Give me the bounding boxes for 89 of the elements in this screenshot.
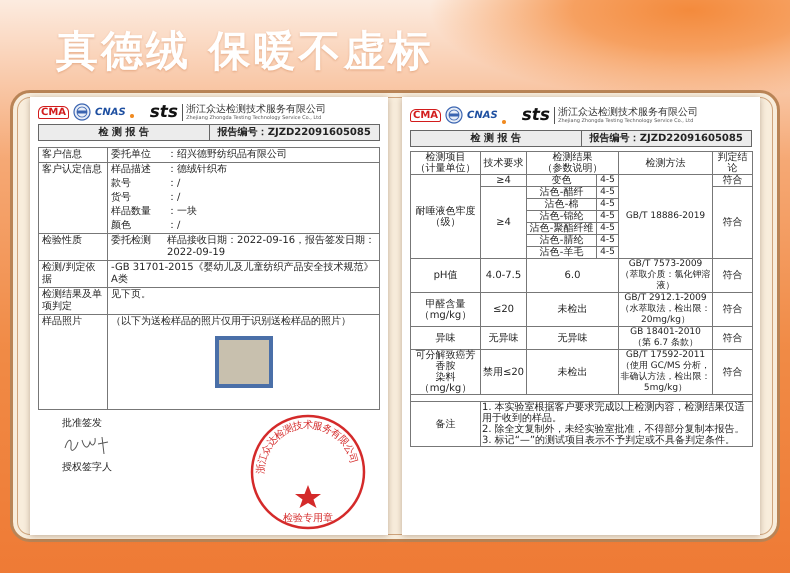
stamp-text: 检验专用章 [283,513,333,524]
field-name: 样品描述 [111,164,152,176]
field-value: -GB 31701-2015《婴幼儿及儿童纺织产品安全技术规范》 A类 [111,262,375,286]
table-cell: GB/T 2912.1-2009 （水萃取法，检出限： 20mg/kg） [618,292,712,326]
field-name: 款号 [111,178,132,190]
report-title: 检 测 报 告 [97,126,150,140]
table-cell: pH值 [410,258,480,292]
field-name: 颜色 [111,220,132,232]
row-label: 检验性质 [38,234,108,260]
table-cell: 沾色-聚酯纤维 [526,222,596,234]
table-cell: 甲醛含量 （mg/kg） [410,292,480,326]
row-label: 客户认定信息 [38,162,108,234]
cma-logo: CMA [38,106,70,118]
column-header: 检测项目 （计量单位） [410,152,480,174]
remark-text: 2. 除全文复制外，未经实验室批准，不得部分复制本报告。 [482,424,746,435]
table-cell: 符合 [712,186,752,258]
photo-note: （以下为送检样品的照片仅用于识别送检样品的照片） [111,316,351,327]
column-header: 判定结论 [712,152,752,174]
table-cell: 未检出 [526,292,618,326]
table-cell: 无异味 [526,326,618,350]
field-name: 货号 [111,192,132,204]
page-title: 真德绒 保暖不虚标 [55,25,435,77]
table-cell: 沾色-醋纤 [526,186,596,198]
field-value: ：一块 [167,206,198,218]
row-label: 样品照片 [38,314,108,410]
table-cell: 耐唾液色牢度 （级） [410,174,480,258]
table-cell: 符合 [712,326,752,350]
table-cell: 符合 [712,258,752,292]
row-label: 检测结果及单项判定 [38,288,108,314]
table-cell: 4-5 [596,234,618,246]
table-cell: 6.0 [526,258,618,292]
field-name: 样品数量 [111,206,152,218]
row-label: 备注 [410,402,480,446]
field-value: ：绍兴德野纺织品有限公司 [167,149,288,161]
table-cell: 无异味 [480,326,526,350]
report-number: 报告编号：ZJZD22091605085 [580,131,751,146]
column-header: 技术要求 [480,152,526,174]
table-cell: GB/T 17592-2011 （使用 GC/MS 分析， 非确认方法，检出限： 5mg/kg） [618,350,712,394]
table-cell: 4-5 [596,222,618,234]
field-name: 委托检测 [111,235,152,248]
table-cell: 沾色-锦纶 [526,210,596,222]
brand-logo: sts [522,106,550,124]
table-cell: 异味 [410,326,480,350]
table-cell: 禁用≤20 [480,350,526,394]
remark-text: 1. 本实验室根据客户要求完成以上检测内容，检测结果仅适用于收到的样品。 [482,402,746,424]
table-cell: 4-5 [596,174,618,186]
table-cell: 符合 [712,350,752,394]
table-cell: 可分解致癌芳香胺 染料 （mg/kg） [410,350,480,394]
field-value: 样品接收日期：2022-09-16，报告签发日期：2022-09-19 [167,235,376,259]
table-cell: 4.0-7.5 [480,258,526,292]
column-header: 检测结果 （参数说明） [526,152,618,174]
field-value: 见下页。 [111,289,152,301]
table-cell: 沾色-棉 [526,198,596,210]
field-value: ：/ [167,192,182,204]
table-cell: GB/T 7573-2009 （萃取介质：氯化钾溶液） [618,258,712,292]
cnas-logo: CNAS [467,110,498,120]
field-value: ：/ [167,178,182,190]
table-cell: 4-5 [596,246,618,258]
report-title: 检 测 报 告 [469,132,522,146]
table-cell: 4-5 [596,210,618,222]
stamp-ring-text: 浙江众达检测技术服务有限公司 [256,420,360,474]
table-cell: GB/T 18886-2019 [618,174,712,258]
table-cell: 沾色-腈纶 [526,234,596,246]
table-cell: GB 18401-2010 （第 6.7 条款） [618,326,712,350]
brand-logo: sts [150,103,178,121]
cma-logo: CMA [410,108,442,122]
field-name: 委托单位 [111,149,152,161]
column-header: 检测方法 [618,152,712,174]
cnas-logo: CNAS [95,106,126,118]
row-label: 客户信息 [38,148,108,162]
table-cell: ≤20 [480,292,526,326]
approver-label: 批准签发 [62,416,103,430]
table-cell: 4-5 [596,198,618,210]
table-cell: 4-5 [596,186,618,198]
table-cell: ≥4 [480,186,526,258]
field-value: ：/ [167,220,182,232]
company-name: 浙江众达检测技术服务有限公司 [186,104,326,114]
row-label: 检测/判定依据 [38,260,108,288]
field-value: ：德绒针织布 [167,164,228,176]
table-cell: 符合 [712,292,752,326]
table-cell: 沾色-羊毛 [526,246,596,258]
table-cell: 未检出 [526,350,618,394]
company-name: 浙江众达检测技术服务有限公司 [558,106,698,118]
remark-text: 3. 标记“—”的测试项目表示不予判定或不具备判定条件。 [482,435,736,446]
table-cell: 符合 [712,174,752,186]
report-number: 报告编号：ZJZD22091605085 [208,125,379,140]
table-cell: 变色 [526,174,596,186]
table-cell: ≥4 [480,174,526,186]
signer-label: 授权签字人 [62,460,112,474]
